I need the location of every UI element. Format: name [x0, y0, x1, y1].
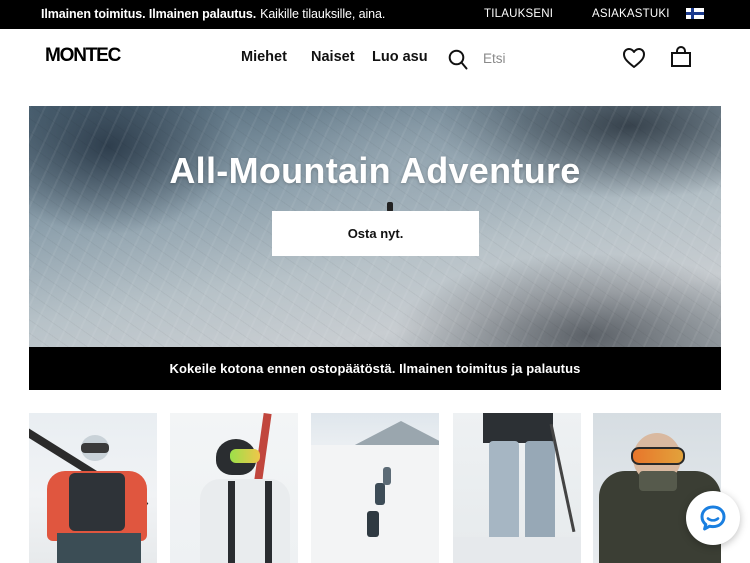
category-tile-4[interactable] — [453, 413, 581, 563]
goggles-graphic — [81, 443, 109, 453]
right-leg — [525, 441, 555, 541]
hero-banner: All-Mountain Adventure Osta nyt. — [29, 106, 721, 347]
promo-bold: Ilmainen toimitus. Ilmainen palautus. — [41, 7, 257, 21]
hiker-3 — [367, 511, 379, 537]
hero-title: All-Mountain Adventure — [169, 150, 581, 191]
heart-icon[interactable] — [622, 47, 646, 69]
bag-icon[interactable] — [670, 46, 692, 68]
montec-logo[interactable]: MONTEC — [45, 45, 121, 67]
mountain-ridge — [351, 421, 439, 447]
my-orders-link[interactable]: TILAUKSENI — [484, 8, 553, 20]
customer-support-link[interactable]: ASIAKASTUKI — [592, 8, 670, 20]
site-header: MONTEC Miehet Naiset Luo asu — [0, 29, 750, 87]
announcement-bar: Ilmainen toimitus. Ilmainen palautus. Kai… — [0, 0, 750, 29]
search-icon[interactable] — [448, 49, 468, 71]
search-input[interactable] — [483, 47, 603, 69]
hiker-2 — [375, 483, 385, 505]
snow-ground — [453, 537, 581, 563]
category-tile-1[interactable] — [29, 413, 157, 563]
jacket-torso — [483, 413, 553, 443]
promo-regular: Kaikille tilauksille, aina. — [260, 7, 386, 21]
backpack-straps — [228, 481, 272, 563]
category-tile-2[interactable] — [170, 413, 298, 563]
left-leg — [489, 441, 519, 541]
dark-vest — [69, 473, 125, 531]
orange-goggles — [631, 447, 685, 465]
shop-now-button[interactable]: Osta nyt. — [272, 211, 479, 256]
nav-women[interactable]: Naiset — [311, 49, 355, 65]
chat-button[interactable] — [686, 491, 740, 545]
hiker-1 — [383, 467, 391, 485]
promo-text: Ilmainen toimitus. Ilmainen palautus. Kai… — [41, 7, 385, 21]
try-at-home-bar: Kokeile kotona ennen ostopäätöstä. Ilmai… — [29, 347, 721, 390]
nav-men[interactable]: Miehet — [241, 49, 287, 65]
face-mask — [639, 471, 677, 491]
pants — [57, 533, 141, 563]
chat-bubble-icon — [700, 505, 726, 531]
nav-create-outfit[interactable]: Luo asu — [372, 49, 428, 65]
finland-flag-icon[interactable] — [686, 8, 704, 19]
category-tile-3[interactable] — [311, 413, 439, 563]
green-goggles — [230, 449, 260, 463]
